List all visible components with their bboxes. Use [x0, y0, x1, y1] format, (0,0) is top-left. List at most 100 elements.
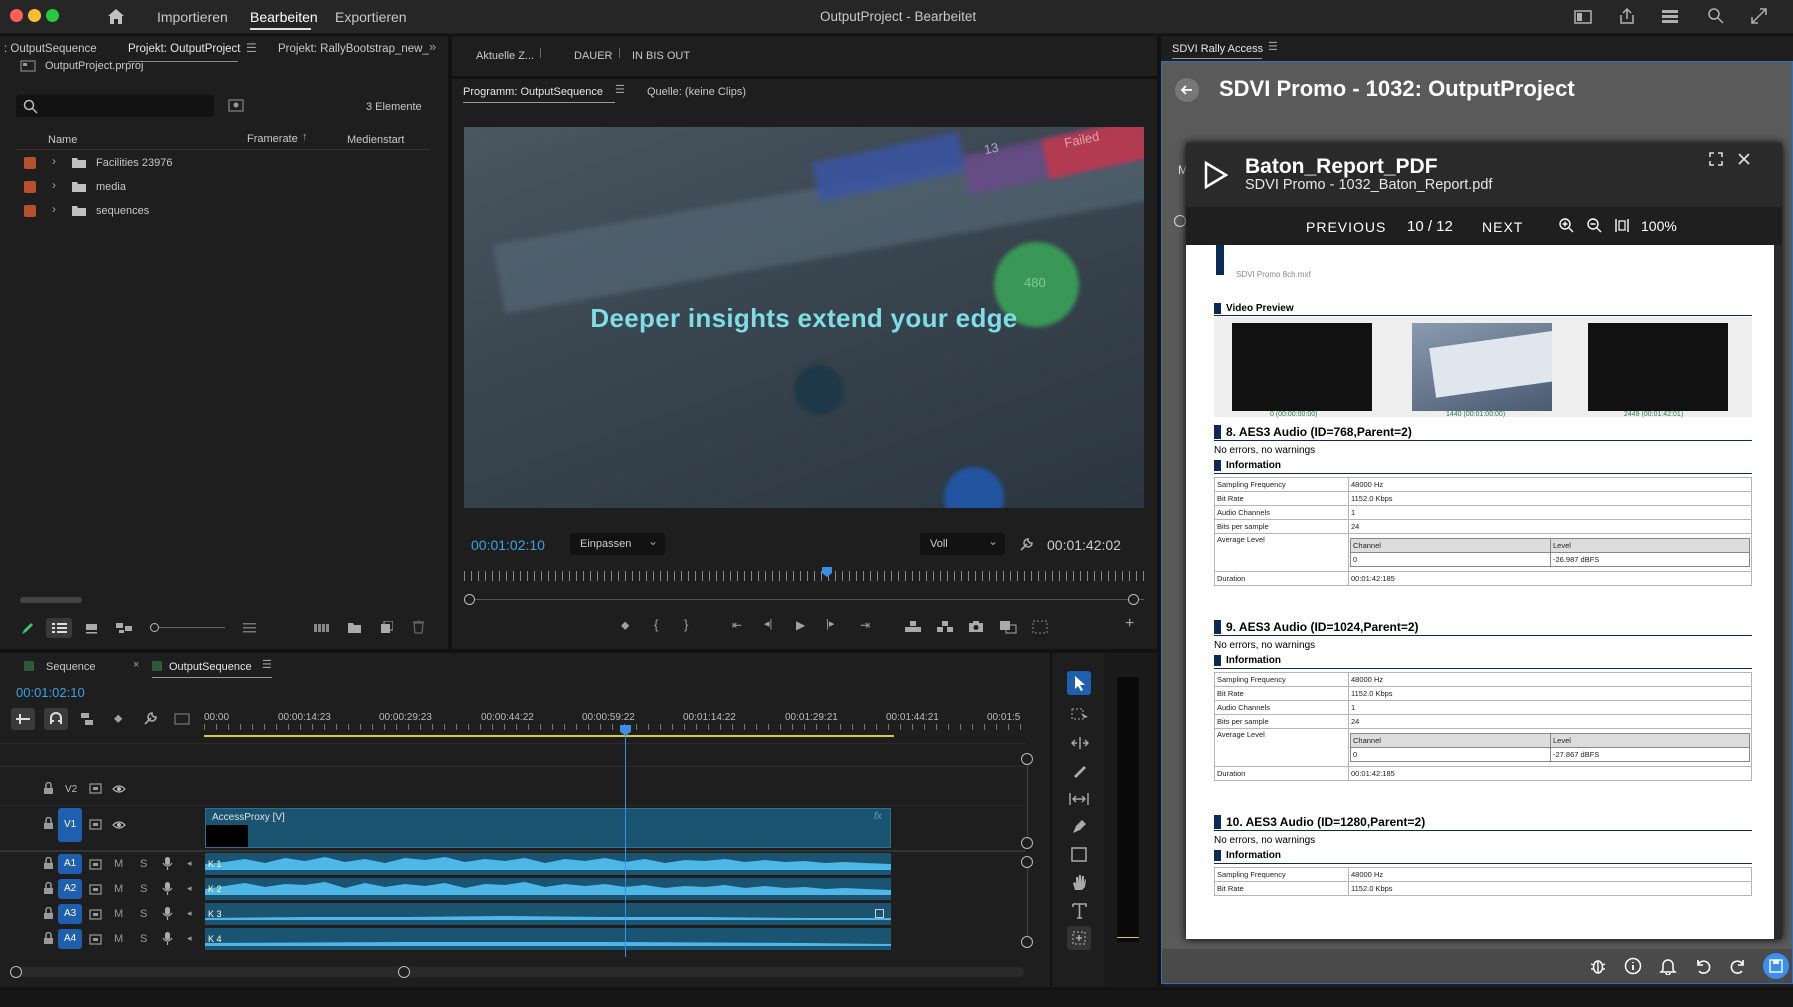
tab-project-outputproject[interactable]: Projekt: OutputProject [128, 43, 241, 55]
microphone-icon[interactable] [162, 856, 173, 871]
lock-icon[interactable] [43, 782, 54, 795]
video-frame[interactable]: 13 Failed 480 Deeper insights extend you… [464, 127, 1144, 508]
mark-out-icon[interactable]: } [684, 618, 688, 631]
solo-button[interactable]: S [140, 933, 147, 945]
timeline-ruler-ticks[interactable] [204, 724, 1024, 730]
mute-button[interactable]: M [114, 908, 123, 920]
solo-button[interactable]: S [140, 883, 147, 895]
duration-label[interactable]: DAUER [574, 50, 613, 62]
share-icon[interactable] [1618, 7, 1636, 25]
pdf-page[interactable]: SDVI Promo 8ch.mxf Video Preview 0 (00:0… [1186, 245, 1774, 939]
pencil-icon[interactable] [20, 621, 35, 636]
audio-clip[interactable]: K 1 [205, 853, 891, 875]
add-marker-icon[interactable]: ⬥ [621, 619, 629, 631]
sync-lock-icon[interactable] [89, 783, 102, 794]
panels-icon[interactable] [1661, 9, 1679, 24]
sort-icon[interactable] [243, 622, 256, 634]
list-item[interactable]: › sequences [16, 199, 430, 223]
eye-icon[interactable] [112, 820, 126, 830]
timeline-settings-icon[interactable] [143, 711, 158, 726]
lock-icon[interactable] [43, 907, 54, 920]
audio-clip[interactable]: K 4 [205, 928, 891, 950]
list-item[interactable]: › media [16, 175, 430, 199]
fit-page-icon[interactable] [1615, 218, 1629, 233]
microphone-icon[interactable] [162, 881, 173, 896]
slip-tool-icon[interactable] [1069, 792, 1089, 806]
v-scroll-handle-bottom[interactable] [1021, 837, 1033, 849]
play-icon[interactable]: ▶ [796, 619, 805, 631]
timeline-timecode[interactable]: 00:01:02:10 [16, 685, 85, 700]
tab-outputsequence[interactable]: : OutputSequence [4, 43, 97, 55]
lift-icon[interactable] [904, 621, 922, 633]
col-medienstart[interactable]: Medienstart [347, 134, 404, 146]
video-clip[interactable]: AccessProxy [V] fx [205, 808, 891, 848]
new-bin-icon[interactable] [347, 621, 362, 634]
type-tool-icon[interactable] [1072, 903, 1087, 919]
menu-importieren[interactable]: Importieren [157, 9, 228, 25]
sync-lock-icon[interactable] [89, 934, 102, 945]
zoom-bar[interactable] [464, 599, 1144, 600]
col-name[interactable]: Name [48, 134, 77, 146]
workspace-icon[interactable] [1574, 10, 1592, 24]
chevron-right-icon[interactable]: › [52, 179, 56, 191]
extract-icon[interactable] [936, 621, 954, 633]
mute-button[interactable]: M [114, 883, 123, 895]
lock-icon[interactable] [43, 882, 54, 895]
list-item[interactable]: › Facilities 23976 [16, 151, 430, 175]
home-icon[interactable] [106, 7, 126, 25]
zoom-slider-handle[interactable] [150, 623, 159, 632]
playhead-timecode[interactable]: 00:01:02:10 [471, 537, 545, 553]
mute-button[interactable]: M [114, 933, 123, 945]
tab-source-monitor[interactable]: Quelle: (keine Clips) [647, 86, 746, 98]
chevron-right-icon[interactable]: › [52, 203, 56, 215]
bell-icon[interactable] [1659, 957, 1677, 975]
a-scroll-handle-top[interactable] [1021, 856, 1033, 868]
comparison-view-icon[interactable] [999, 620, 1017, 634]
linked-selection-icon[interactable] [80, 712, 94, 726]
lock-icon[interactable] [43, 857, 54, 870]
timeline-marker-icon[interactable]: ⬥ [114, 712, 122, 724]
freeform-view-icon[interactable] [115, 622, 133, 634]
captions-icon[interactable] [174, 713, 190, 725]
panel-menu-icon[interactable]: ☰ [262, 660, 272, 671]
close-window-button[interactable] [10, 9, 23, 22]
sync-lock-icon[interactable] [89, 819, 102, 830]
tab-rally-access[interactable]: SDVI Rally Access [1172, 43, 1263, 55]
next-button[interactable]: NEXT [1482, 219, 1523, 235]
track-select-icon[interactable] [1071, 708, 1089, 722]
h-zoom-track[interactable] [12, 967, 1024, 977]
speaker-icon[interactable]: ◂ [187, 933, 192, 944]
play-outline-icon[interactable] [1202, 160, 1230, 190]
new-search-bin-icon[interactable] [228, 99, 244, 112]
wrench-icon[interactable] [1019, 537, 1034, 552]
audio-clip[interactable]: K 2 [205, 878, 891, 900]
step-back-icon[interactable]: ◂| [764, 619, 772, 630]
rally-radio[interactable] [1174, 215, 1186, 227]
microphone-icon[interactable] [162, 906, 173, 921]
proxy-toggle-icon[interactable] [1032, 620, 1048, 634]
lock-icon[interactable] [43, 817, 54, 830]
mark-in-icon[interactable]: { [654, 618, 658, 631]
current-time-label[interactable]: Aktuelle Z... [476, 50, 534, 62]
panel-menu-icon[interactable]: ☰ [1268, 42, 1278, 53]
hand-tool-icon[interactable] [1071, 874, 1087, 891]
previous-button[interactable]: PREVIOUS [1306, 219, 1386, 235]
speaker-icon[interactable]: ◂ [187, 883, 192, 894]
ripple-edit-icon[interactable] [1071, 736, 1089, 750]
step-forward-icon[interactable]: |▸ [826, 619, 834, 630]
zoom-out-icon[interactable] [1587, 218, 1602, 233]
info-icon[interactable] [1624, 957, 1642, 975]
pen-tool-icon[interactable] [1071, 819, 1087, 835]
speaker-icon[interactable]: ◂ [187, 858, 192, 869]
rectangle-tool-icon[interactable] [1071, 847, 1087, 862]
camera-icon[interactable] [968, 620, 984, 633]
razor-icon[interactable] [1071, 763, 1087, 779]
tab-project-rallybootstrap[interactable]: Projekt: RallyBootstrap_new_ [278, 43, 429, 55]
zoom-handle-right[interactable] [1128, 594, 1139, 605]
v-scroll-handle-top[interactable] [1021, 753, 1033, 765]
redo-icon[interactable] [1729, 957, 1747, 975]
a-scroll-handle-bottom[interactable] [1021, 936, 1033, 948]
speaker-icon[interactable]: ◂ [187, 908, 192, 919]
bug-icon[interactable] [1589, 957, 1607, 975]
more-tabs-icon[interactable]: » [429, 40, 436, 53]
